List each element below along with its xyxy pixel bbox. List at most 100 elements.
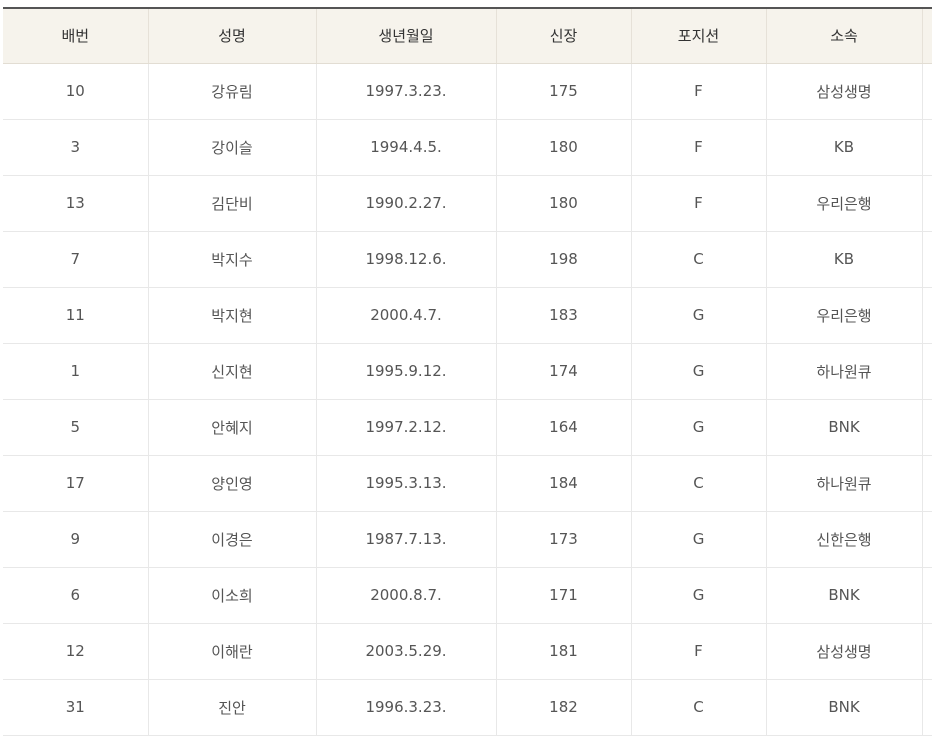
cell-position: G [631, 343, 767, 400]
roster-table-container: 배번 성명 생년월일 신장 포지션 소속 10 강유림 1997.3.23. 175 F… [3, 7, 932, 736]
cell-birthdate: 1990.2.27. [316, 175, 497, 232]
cell-name: 신지현 [148, 343, 317, 400]
cell-height: 182 [496, 679, 632, 736]
table-row: 11 박지현 2000.4.7. 183 G 우리은행 [3, 287, 932, 344]
cell-team: BNK [766, 567, 923, 624]
table-row: 3 강이슬 1994.4.5. 180 F KB [3, 119, 932, 176]
cell-team: 우리은행 [766, 287, 923, 344]
cell-height: 184 [496, 455, 632, 512]
cell-number: 7 [3, 231, 149, 288]
row-spacer [922, 119, 932, 176]
cell-number: 6 [3, 567, 149, 624]
cell-team: 신한은행 [766, 511, 923, 568]
cell-position: F [631, 119, 767, 176]
cell-number: 10 [3, 63, 149, 120]
cell-number: 9 [3, 511, 149, 568]
table-row: 12 이해란 2003.5.29. 181 F 삼성생명 [3, 623, 932, 680]
cell-height: 173 [496, 511, 632, 568]
cell-name: 안혜지 [148, 399, 317, 456]
cell-height: 198 [496, 231, 632, 288]
cell-position: G [631, 567, 767, 624]
cell-name: 박지현 [148, 287, 317, 344]
cell-birthdate: 1994.4.5. [316, 119, 497, 176]
cell-position: C [631, 231, 767, 288]
header-spacer [922, 7, 932, 64]
cell-position: F [631, 623, 767, 680]
cell-position: F [631, 175, 767, 232]
cell-height: 180 [496, 119, 632, 176]
cell-team: 삼성생명 [766, 623, 923, 680]
cell-birthdate: 2000.4.7. [316, 287, 497, 344]
row-spacer [922, 679, 932, 736]
cell-number: 31 [3, 679, 149, 736]
cell-team: 우리은행 [766, 175, 923, 232]
cell-team: BNK [766, 399, 923, 456]
cell-position: G [631, 399, 767, 456]
row-spacer [922, 231, 932, 288]
cell-birthdate: 2003.5.29. [316, 623, 497, 680]
cell-position: C [631, 455, 767, 512]
roster-table: 배번 성명 생년월일 신장 포지션 소속 10 강유림 1997.3.23. 175 F… [3, 7, 932, 736]
cell-position: G [631, 287, 767, 344]
cell-name: 이경은 [148, 511, 317, 568]
header-name: 성명 [148, 7, 317, 64]
cell-birthdate: 1987.7.13. [316, 511, 497, 568]
row-spacer [922, 567, 932, 624]
table-row: 5 안혜지 1997.2.12. 164 G BNK [3, 399, 932, 456]
cell-number: 12 [3, 623, 149, 680]
table-header: 배번 성명 생년월일 신장 포지션 소속 [3, 7, 932, 64]
table-row: 7 박지수 1998.12.6. 198 C KB [3, 231, 932, 288]
row-spacer [922, 287, 932, 344]
row-spacer [922, 343, 932, 400]
row-spacer [922, 455, 932, 512]
cell-team: 하나원큐 [766, 455, 923, 512]
cell-team: 하나원큐 [766, 343, 923, 400]
cell-birthdate: 1998.12.6. [316, 231, 497, 288]
cell-height: 174 [496, 343, 632, 400]
header-team: 소속 [766, 7, 923, 64]
cell-height: 180 [496, 175, 632, 232]
table-row: 1 신지현 1995.9.12. 174 G 하나원큐 [3, 343, 932, 400]
cell-height: 183 [496, 287, 632, 344]
cell-height: 181 [496, 623, 632, 680]
cell-team: 삼성생명 [766, 63, 923, 120]
cell-number: 11 [3, 287, 149, 344]
table-row: 10 강유림 1997.3.23. 175 F 삼성생명 [3, 63, 932, 120]
table-body: 10 강유림 1997.3.23. 175 F 삼성생명 3 강이슬 1994.4.5. 180 F… [3, 63, 932, 736]
table-row: 17 양인영 1995.3.13. 184 C 하나원큐 [3, 455, 932, 512]
header-row: 배번 성명 생년월일 신장 포지션 소속 [3, 7, 932, 64]
row-spacer [922, 511, 932, 568]
cell-position: G [631, 511, 767, 568]
row-spacer [922, 175, 932, 232]
cell-name: 강유림 [148, 63, 317, 120]
cell-birthdate: 1995.3.13. [316, 455, 497, 512]
cell-name: 김단비 [148, 175, 317, 232]
cell-name: 강이슬 [148, 119, 317, 176]
cell-name: 박지수 [148, 231, 317, 288]
cell-number: 13 [3, 175, 149, 232]
cell-height: 164 [496, 399, 632, 456]
cell-position: F [631, 63, 767, 120]
cell-number: 3 [3, 119, 149, 176]
cell-team: BNK [766, 679, 923, 736]
cell-birthdate: 1996.3.23. [316, 679, 497, 736]
cell-position: C [631, 679, 767, 736]
header-number: 배번 [3, 7, 149, 64]
header-height: 신장 [496, 7, 632, 64]
cell-number: 1 [3, 343, 149, 400]
cell-name: 이소희 [148, 567, 317, 624]
row-spacer [922, 63, 932, 120]
cell-team: KB [766, 231, 923, 288]
table-row: 9 이경은 1987.7.13. 173 G 신한은행 [3, 511, 932, 568]
table-row: 6 이소희 2000.8.7. 171 G BNK [3, 567, 932, 624]
header-position: 포지션 [631, 7, 767, 64]
cell-number: 17 [3, 455, 149, 512]
cell-number: 5 [3, 399, 149, 456]
table-row: 31 진안 1996.3.23. 182 C BNK [3, 679, 932, 736]
cell-birthdate: 1997.2.12. [316, 399, 497, 456]
cell-height: 171 [496, 567, 632, 624]
cell-name: 이해란 [148, 623, 317, 680]
cell-height: 175 [496, 63, 632, 120]
header-birthdate: 생년월일 [316, 7, 497, 64]
row-spacer [922, 623, 932, 680]
